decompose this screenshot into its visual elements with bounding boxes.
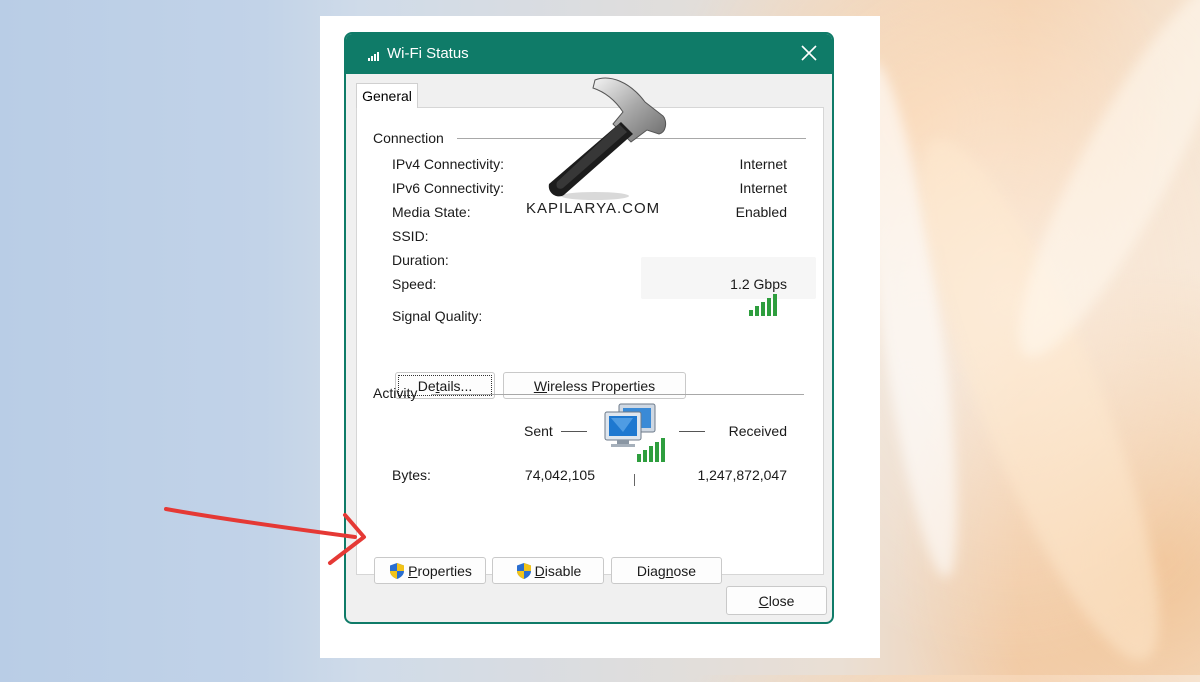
properties-label-post: roperties xyxy=(417,563,472,579)
received-line xyxy=(679,431,705,432)
media-state-value: Enabled xyxy=(735,204,787,220)
details-label-post: ails... xyxy=(439,378,473,394)
received-label: Received xyxy=(728,423,787,439)
diagnose-label-pre: Diag xyxy=(636,563,666,579)
speed-label: Speed: xyxy=(392,276,437,292)
uac-shield-icon xyxy=(390,563,405,579)
bytes-divider xyxy=(634,474,635,486)
uac-shield-icon xyxy=(516,563,531,579)
diagnose-label-post: ose xyxy=(673,563,697,579)
disable-label-post: isable xyxy=(544,563,582,579)
wallpaper-streak xyxy=(986,0,1200,377)
duration-label: Duration: xyxy=(392,252,449,268)
bytes-label: Bytes: xyxy=(392,467,431,483)
title-bar[interactable]: Wi-Fi Status xyxy=(346,34,832,74)
hammer-icon xyxy=(548,77,667,200)
close-icon[interactable] xyxy=(800,44,818,62)
media-state-label: Media State: xyxy=(392,204,471,220)
ipv6-value: Internet xyxy=(739,180,787,196)
connection-heading: Connection xyxy=(373,130,444,146)
sent-label: Sent xyxy=(524,423,553,439)
close-label-post: lose xyxy=(768,593,795,609)
red-arrow-icon xyxy=(164,507,366,565)
ipv4-value: Internet xyxy=(739,156,787,172)
redacted-values xyxy=(641,257,816,299)
sent-line xyxy=(561,431,587,432)
disable-label-accel: D xyxy=(534,563,545,579)
wireless-label-accel: W xyxy=(533,378,548,394)
activity-separator xyxy=(431,394,804,395)
properties-button[interactable]: Properties xyxy=(374,557,486,584)
bytes-received-value: 1,247,872,047 xyxy=(697,467,787,483)
close-button[interactable]: Close xyxy=(726,586,827,615)
diagnose-label-accel: n xyxy=(665,563,674,579)
network-computers-icon xyxy=(604,403,665,462)
tab-general[interactable]: General xyxy=(356,83,418,108)
diagnose-button[interactable]: Diagnose xyxy=(611,557,722,584)
window-title: Wi-Fi Status xyxy=(387,45,469,62)
watermark-text: KAPILARYA.COM xyxy=(526,200,661,217)
details-label-pre: De xyxy=(417,378,436,394)
ssid-label: SSID: xyxy=(392,228,429,244)
activity-heading: Activity xyxy=(373,385,418,401)
wireless-label-post: ireless Properties xyxy=(547,378,656,394)
speed-value: 1.2 Gbps xyxy=(730,276,787,292)
signal-strength-icon xyxy=(749,294,777,316)
bytes-sent-value: 74,042,105 xyxy=(524,467,595,483)
close-label-accel: C xyxy=(758,593,769,609)
disable-button[interactable]: Disable xyxy=(492,557,604,584)
ipv4-label: IPv4 Connectivity: xyxy=(392,156,505,172)
ipv6-label: IPv6 Connectivity: xyxy=(392,180,505,196)
wifi-signal-icon xyxy=(368,52,379,61)
signal-quality-label: Signal Quality: xyxy=(392,308,483,324)
